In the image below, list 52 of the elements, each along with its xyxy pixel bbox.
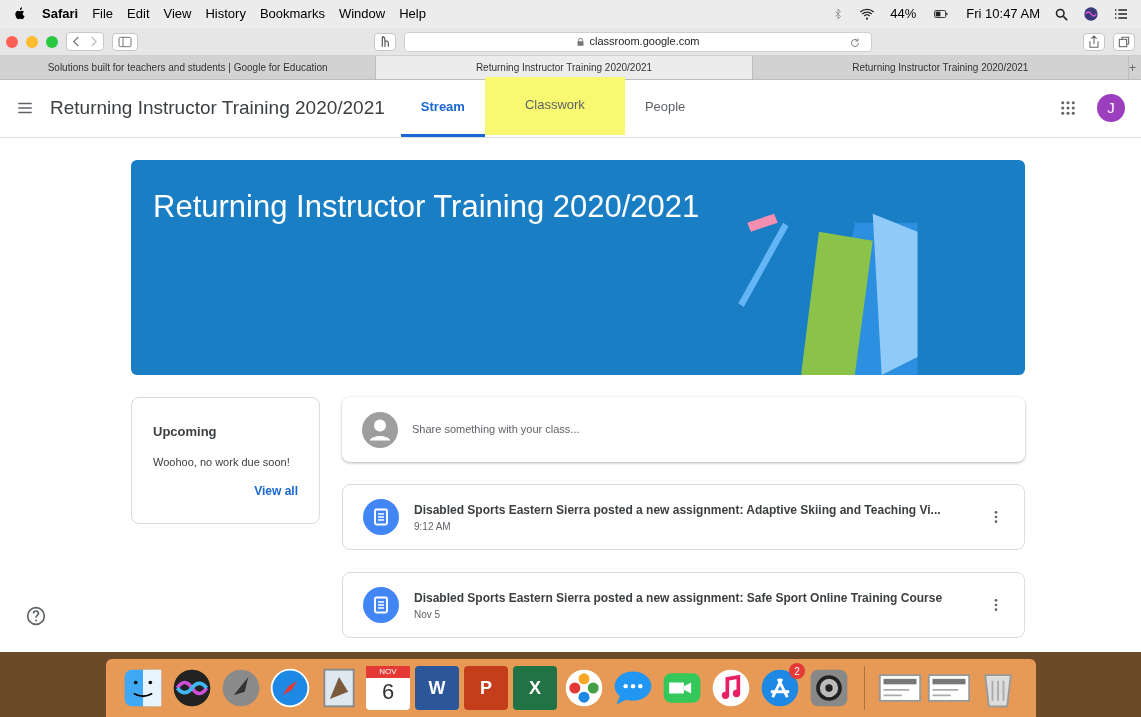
new-tab-button[interactable]: + (1129, 56, 1141, 79)
battery-percentage: 44% (890, 5, 917, 24)
compass-icon[interactable] (268, 666, 312, 710)
tabs-overview-icon (1113, 32, 1135, 51)
class-tab[interactable]: People (624, 79, 706, 137)
assignment-icon (363, 499, 399, 535)
calendar-icon[interactable]: NOV 6 (366, 666, 410, 710)
calendar-day: 6 (381, 678, 395, 706)
app-menu[interactable]: Safari (42, 4, 79, 24)
apps-grid-icon (1059, 99, 1077, 117)
assignment-icon (363, 587, 399, 623)
menu-item[interactable]: File (92, 4, 114, 24)
menu-item[interactable]: Help (399, 4, 426, 24)
menu-item[interactable]: Window (338, 4, 386, 24)
account-avatar[interactable]: J (1097, 94, 1125, 122)
post-time: 9:12 AM (414, 519, 452, 534)
post-time: Nov 5 (414, 607, 442, 622)
view-all-link[interactable]: View all (254, 482, 298, 500)
upcoming-title: Upcoming (153, 423, 218, 441)
browser-tab[interactable]: Returning Instructor Training 2020/2021 (376, 56, 753, 79)
banner-title: Returning Instructor Training 2020/2021 (153, 188, 700, 226)
assignment-post[interactable]: Disabled Sports Eastern Sierra posted a new assignment: Safe Sport Online Training Course Nov 5 (342, 572, 1025, 638)
share-placeholder: Share something with your class... (412, 422, 580, 438)
window-controls-icon (6, 35, 58, 48)
post-title: Disabled Sports Eastern Sierra posted a new assignment: Adaptive Skiing and Teaching Vi... (414, 501, 942, 519)
office-app-icon[interactable]: W (415, 666, 459, 710)
menu-item[interactable]: View (163, 4, 192, 24)
class-title: Returning Instructor Training 2020/2021 (50, 95, 385, 120)
search-icon (1054, 6, 1069, 22)
forward-icon (91, 36, 97, 47)
back-icon (73, 36, 79, 47)
class-tab[interactable]: Classwork (484, 77, 625, 135)
office-app-icon[interactable]: P (464, 666, 508, 710)
upcoming-message: Woohoo, no work due soon! (153, 454, 291, 470)
menu-item[interactable]: Bookmarks (259, 4, 325, 24)
help-icon (26, 606, 46, 626)
calendar-month: NOV (366, 666, 410, 678)
wifi-icon (858, 6, 877, 22)
menu-clock: Fri 10:47 AM (966, 5, 1040, 24)
avatar-silhouette-icon (362, 411, 398, 448)
menu-item[interactable]: Edit (127, 4, 150, 24)
assignment-post[interactable]: Disabled Sports Eastern Sierra posted a new assignment: Adaptive Skiing and Teaching Vi... 9:12 AM (342, 484, 1025, 550)
share-box[interactable]: Share something with your class... (342, 397, 1025, 462)
share-icon (1083, 32, 1105, 51)
reader-icon (374, 32, 396, 51)
post-title: Disabled Sports Eastern Sierra posted a new assignment: Safe Sport Online Training Course (414, 589, 944, 607)
office-app-icon[interactable]: X (513, 666, 557, 710)
siri-icon (1083, 6, 1099, 22)
list-icon (1113, 6, 1129, 22)
menu-item[interactable]: History (205, 4, 246, 24)
sidebar-icon (112, 32, 138, 51)
notification-badge: 2 (789, 663, 805, 679)
